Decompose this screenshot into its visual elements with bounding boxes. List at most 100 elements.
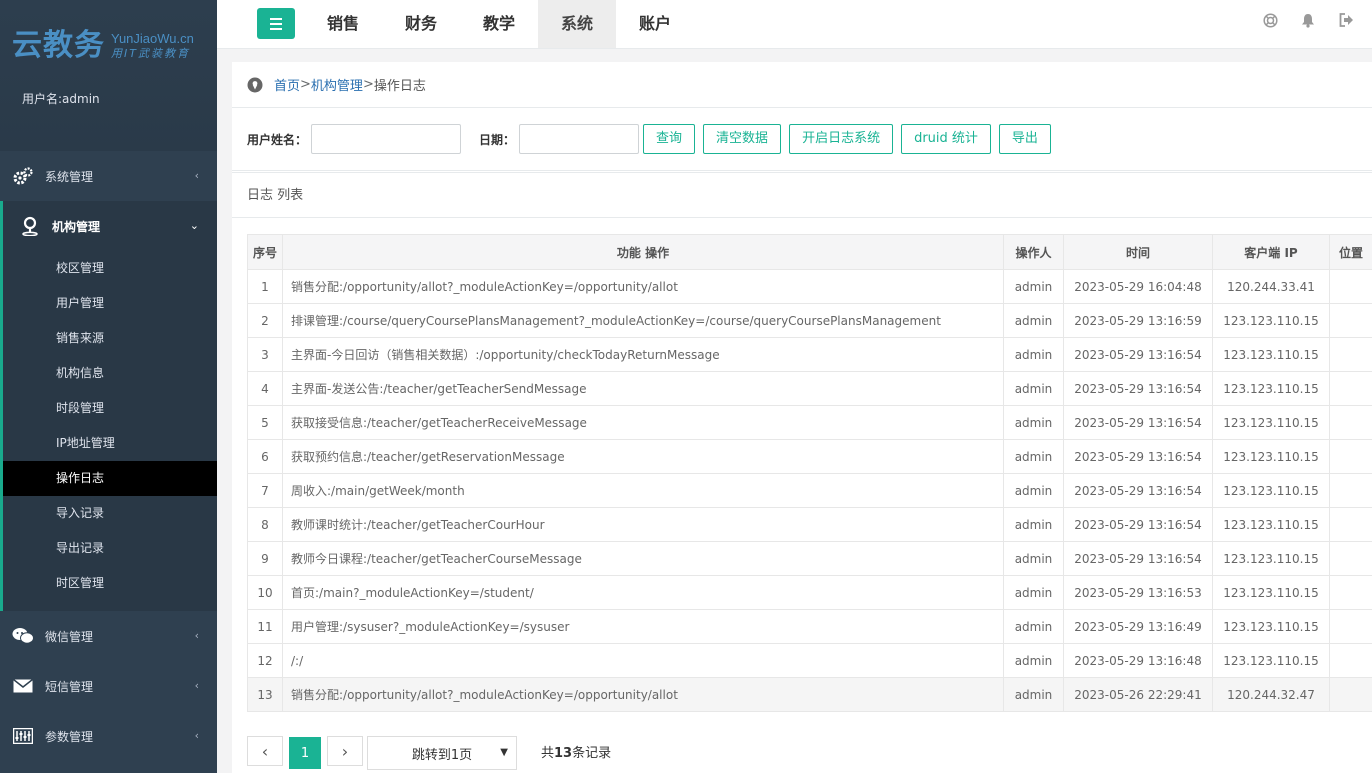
submenu-item-timezone[interactable]: 时区管理 xyxy=(3,566,217,601)
breadcrumb-org-link[interactable]: 机构管理 xyxy=(311,75,363,94)
cell-client-ip: 123.123.110.15 xyxy=(1212,473,1330,508)
tab-account[interactable]: 账户 xyxy=(616,0,694,48)
cell-operation: 用户管理:/sysuser?_moduleActionKey=/sysuser xyxy=(282,609,1004,644)
export-button[interactable]: 导出 xyxy=(998,124,1051,154)
submenu-item-org-info[interactable]: 机构信息 xyxy=(3,356,217,391)
date-filter-input[interactable] xyxy=(519,124,640,154)
sidebar-item-sms[interactable]: 短信管理 ‹ xyxy=(0,661,217,711)
cell-operator: admin xyxy=(1003,677,1064,712)
cell-operator: admin xyxy=(1003,269,1064,304)
cell-location xyxy=(1329,337,1372,372)
submenu-item-export-records[interactable]: 导出记录 xyxy=(3,531,217,566)
map-pin-icon xyxy=(19,215,41,237)
jump-to-page-select[interactable]: 跳转到1页 ▼ xyxy=(367,736,517,770)
breadcrumb-home-link[interactable]: 首页 xyxy=(274,75,300,94)
sidebar-item-org[interactable]: 机构管理 ⌄ xyxy=(0,201,217,251)
bell-icon[interactable] xyxy=(1300,12,1316,28)
tab-teaching[interactable]: 教学 xyxy=(460,0,538,48)
cell-location xyxy=(1329,269,1372,304)
page-number-current[interactable]: 1 xyxy=(289,737,321,769)
sidebar-item-system[interactable]: 系统管理 ‹ xyxy=(0,151,217,201)
tab-system[interactable]: 系统 xyxy=(538,0,616,48)
cell-location xyxy=(1329,405,1372,440)
sidebar-item-params[interactable]: 参数管理 ‹ xyxy=(0,711,217,761)
cell-operation: 首页:/main?_moduleActionKey=/student/ xyxy=(282,575,1004,610)
cell-operator: admin xyxy=(1003,643,1064,678)
cell-index: 13 xyxy=(247,677,283,712)
sidebar-item-label: 机构管理 xyxy=(52,219,101,234)
wechat-icon xyxy=(12,625,34,647)
globe-icon[interactable] xyxy=(1262,12,1278,28)
tab-sales[interactable]: 销售 xyxy=(304,0,382,48)
submenu-item-campus[interactable]: 校区管理 xyxy=(3,251,217,286)
submenu-item-sales-source[interactable]: 销售来源 xyxy=(3,321,217,356)
sidebar-header: 云教务 YunJiaoWu.cn 用IT武装教育 用户名:admin xyxy=(0,0,217,151)
table-body: 1 销售分配:/opportunity/allot?_moduleActionKe… xyxy=(247,269,1372,712)
submenu-item-users[interactable]: 用户管理 xyxy=(3,286,217,321)
column-header-operation: 功能 操作 xyxy=(282,234,1004,270)
cell-time: 2023-05-29 13:16:59 xyxy=(1063,303,1213,338)
cell-operation: 获取接受信息:/teacher/getTeacherReceiveMessage xyxy=(282,405,1004,440)
cell-time: 2023-05-29 13:16:54 xyxy=(1063,541,1213,576)
chevron-down-icon: ⌄ xyxy=(189,219,199,232)
cell-client-ip: 123.123.110.15 xyxy=(1212,507,1330,542)
cell-time: 2023-05-29 13:16:54 xyxy=(1063,439,1213,474)
cell-time: 2023-05-29 13:16:54 xyxy=(1063,473,1213,508)
cell-operation: 主界面-今日回访（销售相关数据）:/opportunity/checkToday… xyxy=(282,337,1004,372)
logout-icon[interactable] xyxy=(1338,12,1354,28)
cell-index: 12 xyxy=(247,643,283,678)
cell-operation: 主界面-发送公告:/teacher/getTeacherSendMessage xyxy=(282,371,1004,406)
logo-text: 云教务 xyxy=(12,28,105,63)
table-row: 2 排课管理:/course/queryCoursePlansManagement… xyxy=(247,303,1372,338)
log-table: 序号 功能 操作 操作人 时间 客户端 IP 位置 1 销售分配:/opportu… xyxy=(247,234,1372,712)
enable-log-system-button[interactable]: 开启日志系统 xyxy=(789,124,894,154)
submenu-item-import-records[interactable]: 导入记录 xyxy=(3,496,217,531)
cell-client-ip: 123.123.110.15 xyxy=(1212,643,1330,678)
table-row: 5 获取接受信息:/teacher/getTeacherReceiveMessag… xyxy=(247,405,1372,440)
prev-page-button[interactable]: ‹ xyxy=(247,736,283,766)
cell-time: 2023-05-29 13:16:54 xyxy=(1063,507,1213,542)
cell-operator: admin xyxy=(1003,473,1064,508)
sidebar-item-label: 参数管理 xyxy=(45,729,94,744)
top-navbar: 销售 财务 教学 系统 账户 xyxy=(217,0,1372,49)
table-row: 12/:/admin 2023-05-29 13:16:48 123.123.110… xyxy=(247,643,1372,678)
menu-toggle-button[interactable] xyxy=(257,8,295,39)
table-row: 10 首页:/main?_moduleActionKey=/student/adm… xyxy=(247,575,1372,610)
submenu-item-ip-address[interactable]: IP地址管理 xyxy=(3,426,217,461)
cell-time: 2023-05-29 16:04:48 xyxy=(1063,269,1213,304)
column-header-operator: 操作人 xyxy=(1003,234,1064,270)
breadcrumb-current: 操作日志 xyxy=(373,79,426,94)
top-tabs: 销售 财务 教学 系统 账户 xyxy=(304,0,694,48)
cell-index: 3 xyxy=(247,337,283,372)
cell-operation: 获取预约信息:/teacher/getReservationMessage xyxy=(282,439,1004,474)
cell-operation: 周收入:/main/getWeek/month xyxy=(282,473,1004,508)
column-header-time: 时间 xyxy=(1063,234,1213,270)
next-page-button[interactable]: › xyxy=(327,736,363,766)
cell-client-ip: 120.244.33.41 xyxy=(1212,269,1330,304)
top-icons xyxy=(1262,12,1354,28)
cell-index: 6 xyxy=(247,439,283,474)
submenu-item-operation-log[interactable]: 操作日志 xyxy=(3,461,217,496)
query-button[interactable]: 查询 xyxy=(643,124,696,154)
date-filter-label: 日期： xyxy=(479,132,516,147)
cell-index: 9 xyxy=(247,541,283,576)
submenu-item-time-slot[interactable]: 时段管理 xyxy=(3,391,217,426)
logo-domain: YunJiaoWu.cn xyxy=(111,31,194,46)
sidebar-item-label: 系统管理 xyxy=(45,169,94,184)
username-filter-input[interactable] xyxy=(311,124,462,154)
cell-time: 2023-05-29 13:16:54 xyxy=(1063,371,1213,406)
druid-stats-button[interactable]: druid 统计 xyxy=(901,124,991,154)
cell-location xyxy=(1329,473,1372,508)
cell-time: 2023-05-29 13:16:54 xyxy=(1063,337,1213,372)
sidebar-item-label: 微信管理 xyxy=(45,629,94,644)
sidebar-item-wechat[interactable]: 微信管理 ‹ xyxy=(0,611,217,661)
clear-data-button[interactable]: 清空数据 xyxy=(703,124,782,154)
cell-index: 4 xyxy=(247,371,283,406)
sidebar-item-label: 短信管理 xyxy=(45,679,94,694)
cell-operator: admin xyxy=(1003,541,1064,576)
cell-location xyxy=(1329,371,1372,406)
tab-finance[interactable]: 财务 xyxy=(382,0,460,48)
table-row: 8 教师课时统计:/teacher/getTeacherCourHour admin… xyxy=(247,507,1372,542)
chevron-left-icon: ‹ xyxy=(194,679,199,692)
cell-operation: 销售分配:/opportunity/allot?_moduleActionKey… xyxy=(282,677,1004,712)
